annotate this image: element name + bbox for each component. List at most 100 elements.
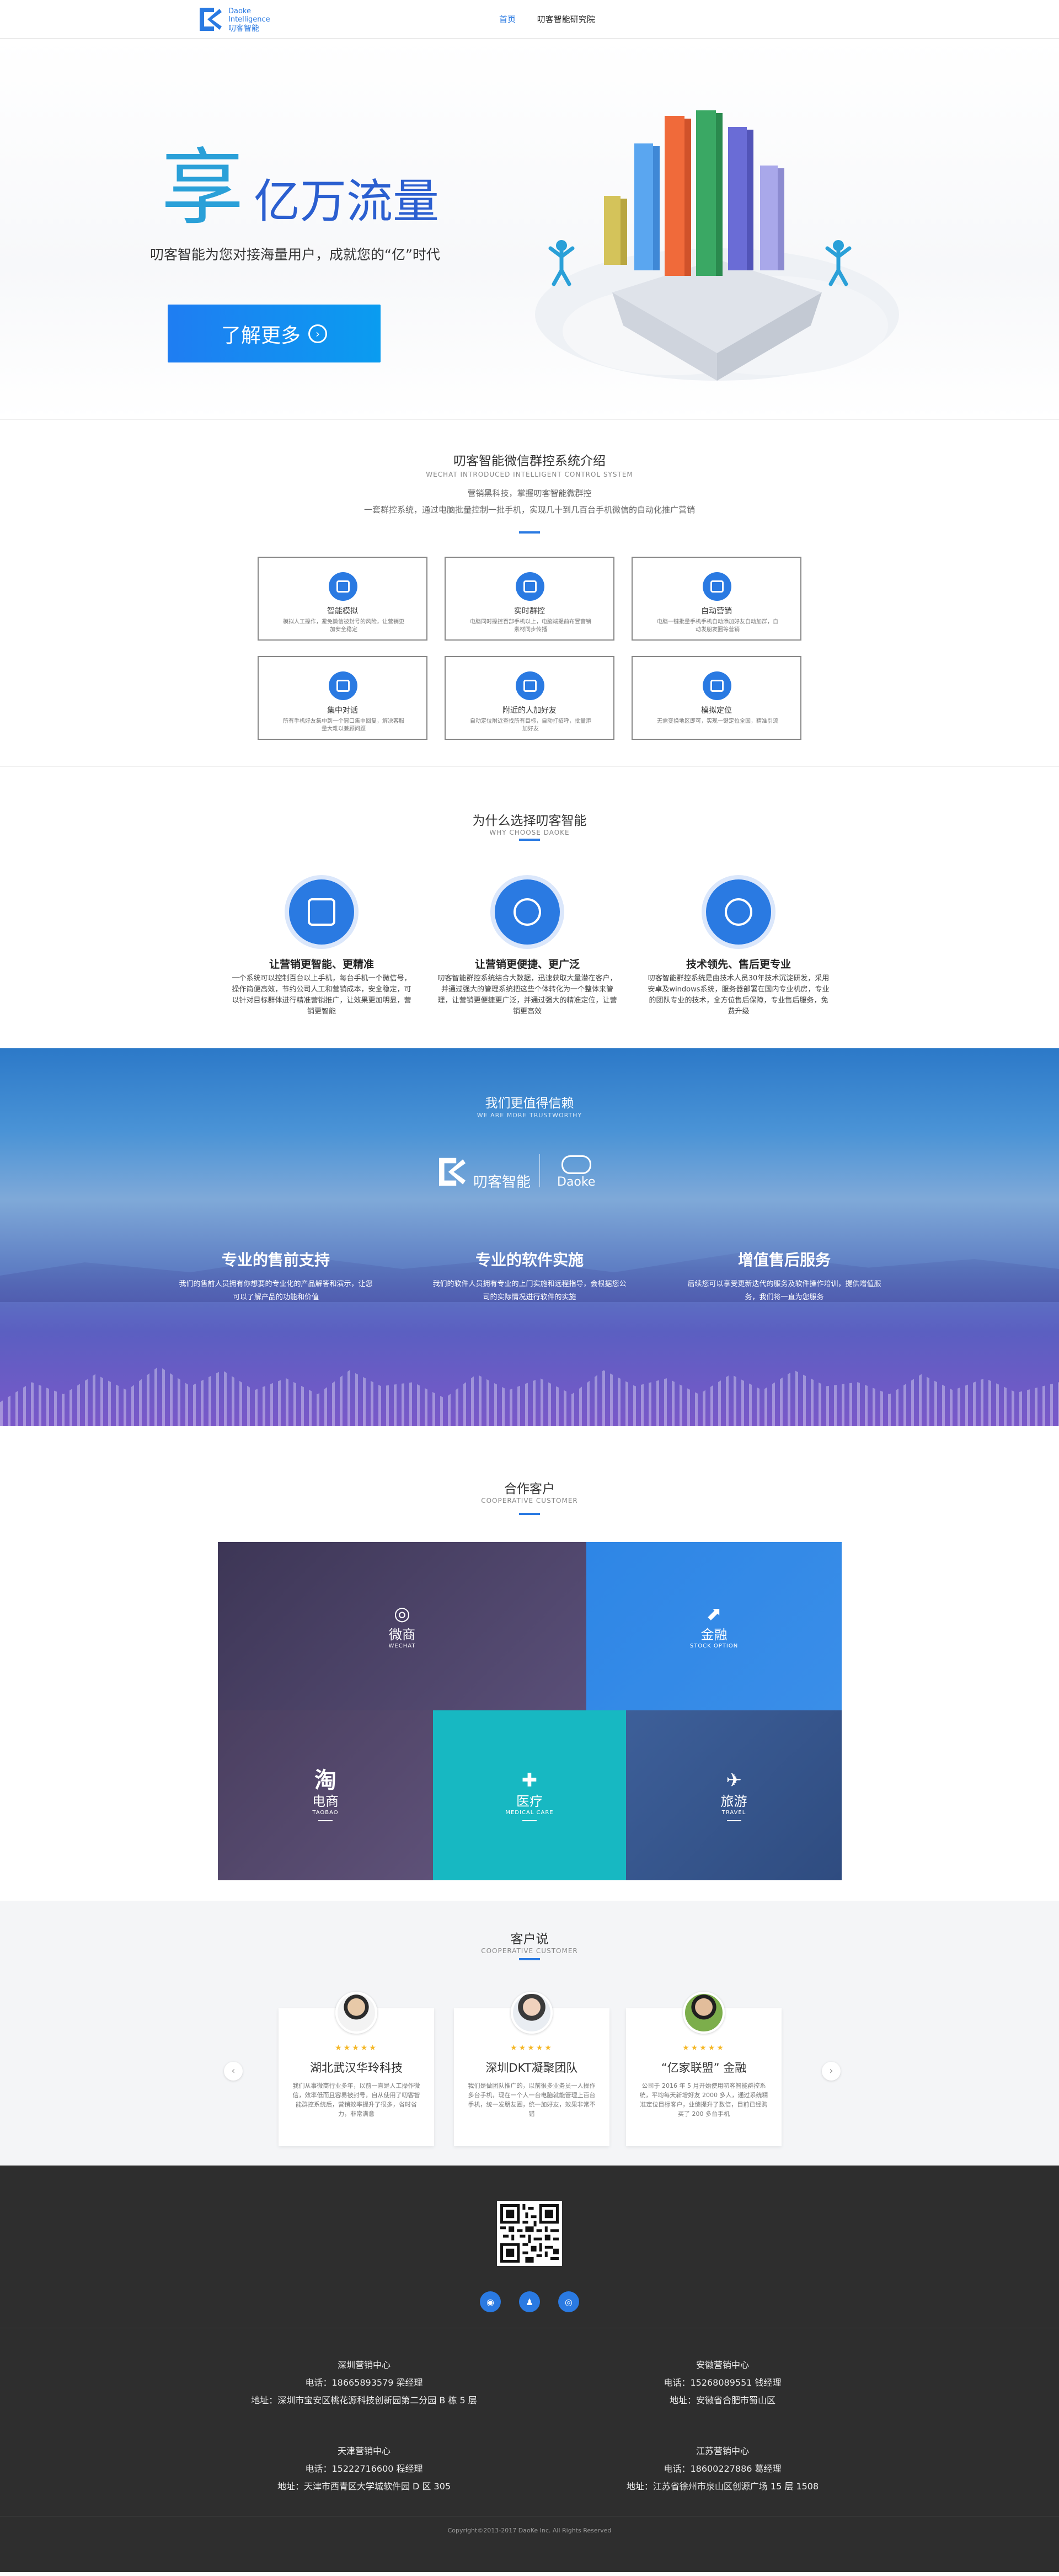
- hero-headline: 亿万流量: [254, 174, 440, 228]
- feature-title: 智能模拟: [327, 607, 358, 616]
- feature-card-nearby[interactable]: 附近的人加好友 自动定位附近查找所有目标，自动打招呼，批量添加好友: [445, 656, 614, 740]
- testimonial-text: 公司于 2016 年 5 月开始使用叨客智能群控系统，平均每天新增好友 2000…: [639, 2082, 768, 2118]
- divider-bar: [519, 1958, 540, 1960]
- logo-mark-icon: [439, 1158, 466, 1186]
- logo-cn: 叨客智能: [228, 24, 259, 33]
- divider-bar: [519, 1513, 540, 1515]
- office-phone: 电话：18600227886 葛经理: [664, 2463, 782, 2474]
- main-nav: 首页 叨客智能研究院: [499, 13, 614, 25]
- partners-title-en: COOPERATIVE CUSTOMER: [481, 1497, 578, 1505]
- feature-card-realtime-control[interactable]: 实时群控 电脑同时操控百部手机以上，电脑端提前布置营销素材同步传播: [445, 557, 614, 641]
- trust-col-desc: 我们的软件人员拥有专业的上门实施和远程指导，会根据您公司的实际情况进行软件的实施: [432, 1280, 627, 1302]
- why-title-en: WHY CHOOSE DAOKE: [489, 829, 570, 836]
- trust-logo: 叨客智能 Daoke: [436, 1151, 623, 1191]
- office-name: 天津营销中心: [337, 2446, 391, 2456]
- logo[interactable]: Daoke Intelligence 叨客智能: [197, 6, 275, 33]
- why-choose-section: 为什么选择叨客智能 WHY CHOOSE DAOKE 让营销更智能、更精准 一个…: [0, 767, 1059, 1048]
- feature-desc: 自动定位附近查找所有目标，自动打招呼，批量添加好友: [470, 718, 591, 732]
- site-footer: ◉ ♟ ◎ 深圳营销中心 电话：18665893579 梁经理 地址：深圳市宝安…: [0, 2166, 1059, 2572]
- site-header: Daoke Intelligence 叨客智能 首页 叨客智能研究院: [0, 0, 1059, 39]
- testimonials-title-en: COOPERATIVE CUSTOMER: [481, 1947, 578, 1955]
- weibo-icon[interactable]: ◉: [480, 2291, 501, 2312]
- logo-en-2: Intelligence: [228, 15, 270, 24]
- feature-title: 附近的人加好友: [502, 706, 557, 715]
- partner-name: 医疗: [516, 1793, 543, 1809]
- why-item-desc: 叨客智能群控系统结合大数据，迅速获取大量潜在客户，并通过强大的管理系统把这些个体…: [437, 974, 617, 1016]
- feature-card-location[interactable]: 模拟定位 无需变换地区即可，实现一键定位全国，精准引流: [632, 656, 801, 740]
- taobao-icon: 淘: [314, 1767, 336, 1793]
- learn-more-button[interactable]: 了解更多 ›: [168, 305, 381, 362]
- office-address: 地址：深圳市宝安区桃花源科技创新园第二分园 B 栋 5 层: [251, 2395, 477, 2406]
- intro-title-en: WECHAT INTRODUCED INTELLIGENT CONTROL SY…: [426, 471, 633, 478]
- partner-en: MEDICAL CARE: [505, 1809, 554, 1816]
- equalizer-backdrop: [0, 1366, 1059, 1426]
- office-address: 地址：天津市西青区大学城软件园 D 区 305: [277, 2481, 451, 2492]
- tile-underline: [726, 1820, 741, 1821]
- office-phone: 电话：15268089551 钱经理: [664, 2377, 782, 2388]
- feature-card-smart-sim[interactable]: 智能模拟 模拟人工操作，避免微信被封号的风险，让营销更加安全稳定: [258, 557, 427, 641]
- medical-icon: ✚: [521, 1769, 538, 1791]
- trust-col-desc: 我们的售前人员拥有你想要的专业化的产品解答和演示，让您可以了解产品的功能和价值: [179, 1280, 373, 1302]
- testimonial-text: 我们是做团队推广的，以前很多业务员一人操作多台手机，现在一个人一台电脑就能管理上…: [468, 2082, 596, 2118]
- monitor-icon: [289, 879, 354, 945]
- office-phone: 电话：15222716600 程经理: [305, 2463, 423, 2474]
- trust-title-en: WE ARE MORE TRUSTWORTHY: [477, 1112, 582, 1119]
- trust-col-desc: 后续您可以享受更新迭代的服务及软件操作培训，提供增值服务，我们将一直为您服务: [687, 1280, 881, 1302]
- star-rating: ★★★★★: [510, 2044, 553, 2052]
- tile-underline: [318, 1820, 333, 1821]
- feature-title: 自动营销: [701, 607, 732, 616]
- office-anhui: 安徽营销中心 电话：15268089551 钱经理 地址：安徽省合肥市蜀山区: [557, 2356, 888, 2409]
- partner-tile-ecommerce[interactable]: 淘 电商 TAOBAO: [218, 1710, 433, 1880]
- partner-tile-travel[interactable]: ✈ 旅游 TRAVEL: [626, 1710, 842, 1880]
- partner-en: WECHAT: [388, 1643, 416, 1649]
- why-item-desc: 叨客智能群控系统是由技术人员30年技术沉淀研发，采用安卓及windows系统，服…: [648, 974, 830, 1016]
- partner-tile-medical[interactable]: ✚ 医疗 MEDICAL CARE: [433, 1710, 626, 1880]
- feature-card-auto-marketing[interactable]: 自动营销 电脑一键批量手机手机自动添加好友自动加群，自动发朋友圈等营销: [632, 557, 801, 641]
- next-arrow-icon[interactable]: ›: [822, 2062, 841, 2081]
- office-address: 地址：安徽省合肥市蜀山区: [669, 2395, 775, 2406]
- auto-marketing-icon: [703, 572, 731, 601]
- logo-mark-icon: [200, 8, 222, 31]
- trust-col-title: 专业的软件实施: [475, 1251, 584, 1269]
- feature-card-chat[interactable]: 集中对话 所有手机好友集中到一个窗口集中回复，解决客服量大难以兼顾问题: [258, 656, 427, 740]
- qq-icon[interactable]: ♟: [519, 2291, 540, 2312]
- partners-title: 合作客户: [504, 1482, 555, 1496]
- partner-tile-wechat[interactable]: ◎ 微商 WECHAT: [218, 1542, 586, 1710]
- feature-desc: 电脑一键批量手机手机自动添加好友自动加群，自动发朋友圈等营销: [657, 619, 778, 633]
- trust-logo-cn: 叨客智能: [473, 1174, 531, 1191]
- nav-home[interactable]: 首页: [499, 14, 516, 24]
- partner-en: TRAVEL: [721, 1809, 746, 1816]
- hero-tagline: 叨客智能为您对接海量用户，成就您的“亿”时代: [150, 247, 440, 263]
- chat-icon: [329, 671, 357, 700]
- why-item-title: 让营销更智能、更精准: [269, 958, 374, 970]
- office-name: 江苏营销中心: [696, 2446, 749, 2456]
- office-phone: 电话：18665893579 梁经理: [305, 2377, 423, 2388]
- testimonials-title: 客户说: [510, 1932, 549, 1946]
- office-name: 安徽营销中心: [696, 2360, 749, 2370]
- nav-research[interactable]: 叨客智能研究院: [537, 14, 595, 24]
- prev-arrow-icon[interactable]: ‹: [224, 2062, 243, 2081]
- plane-icon: ✈: [726, 1769, 742, 1791]
- hero-big-char: 享: [161, 140, 244, 236]
- partner-en: STOCK OPTION: [689, 1643, 739, 1649]
- realtime-control-icon: [516, 572, 544, 601]
- partner-name: 微商: [389, 1627, 415, 1642]
- hero-chart-illustration: [535, 110, 899, 381]
- partner-tile-finance[interactable]: ⬈ 金融 STOCK OPTION: [586, 1542, 842, 1710]
- wechat-icon[interactable]: ◎: [558, 2291, 579, 2312]
- logo-en-1: Daoke: [228, 7, 251, 15]
- feature-desc: 电脑同时操控百部手机以上，电脑端提前布置营销素材同步传播: [470, 619, 591, 633]
- learn-more-label: 了解更多: [221, 324, 301, 347]
- copyright: Copyright©2013-2017 DaoKe Inc. All Right…: [447, 2527, 612, 2534]
- avatar: [335, 1992, 377, 2034]
- chart-icon: ⬈: [706, 1603, 722, 1625]
- why-item-title: 让营销更便捷、更广泛: [474, 958, 580, 970]
- partner-name: 电商: [312, 1793, 339, 1809]
- partner-en: TAOBAO: [312, 1809, 339, 1816]
- partners-section: 合作客户 COOPERATIVE CUSTOMER ◎ 微商 WECHAT ⬈ …: [0, 1426, 1059, 1901]
- testimonial-name: 湖北武汉华玲科技: [310, 2061, 403, 2074]
- feature-desc: 无需变换地区即可，实现一键定位全国，精准引流: [657, 718, 778, 724]
- arrow-right-icon: ›: [308, 324, 327, 343]
- trust-logo-en: Daoke: [557, 1175, 596, 1189]
- office-address: 地址：江苏省徐州市泉山区创源广场 15 层 1508: [626, 2481, 819, 2492]
